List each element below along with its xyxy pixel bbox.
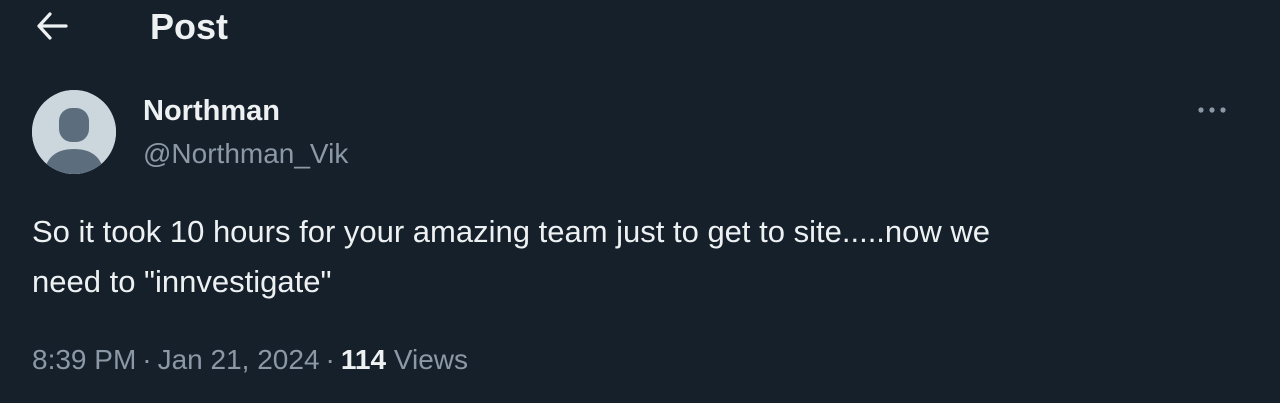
- post-time[interactable]: 8:39 PM: [32, 344, 136, 375]
- back-button[interactable]: [28, 6, 76, 46]
- post-meta: 8:39 PM · Jan 21, 2024 · 114 Views: [32, 340, 468, 380]
- views-count: 114: [340, 344, 387, 375]
- post-text-line: So it took 10 hours for your amazing tea…: [32, 214, 991, 249]
- avatar[interactable]: [32, 90, 116, 174]
- more-options-button[interactable]: [1192, 94, 1232, 126]
- post-text: So it took 10 hours for your amazing tea…: [32, 207, 1212, 307]
- page-title: Post: [150, 6, 229, 47]
- author-handle[interactable]: @Northman_Vik: [143, 137, 348, 171]
- post-date[interactable]: Jan 21, 2024: [158, 344, 320, 375]
- page-header: Post: [0, 0, 1280, 56]
- arrow-left-icon: [37, 12, 68, 40]
- views-label: Views: [393, 344, 468, 375]
- default-avatar-icon: [32, 90, 116, 174]
- post-text-line: need to "innvestigate": [32, 264, 332, 299]
- more-horizontal-icon: [1198, 107, 1226, 113]
- post-page: Post Northman @Northman_Vik So it took 1…: [0, 0, 1280, 403]
- author-name[interactable]: Northman: [143, 94, 280, 128]
- separator: ·: [142, 344, 152, 375]
- separator: ·: [325, 344, 335, 375]
